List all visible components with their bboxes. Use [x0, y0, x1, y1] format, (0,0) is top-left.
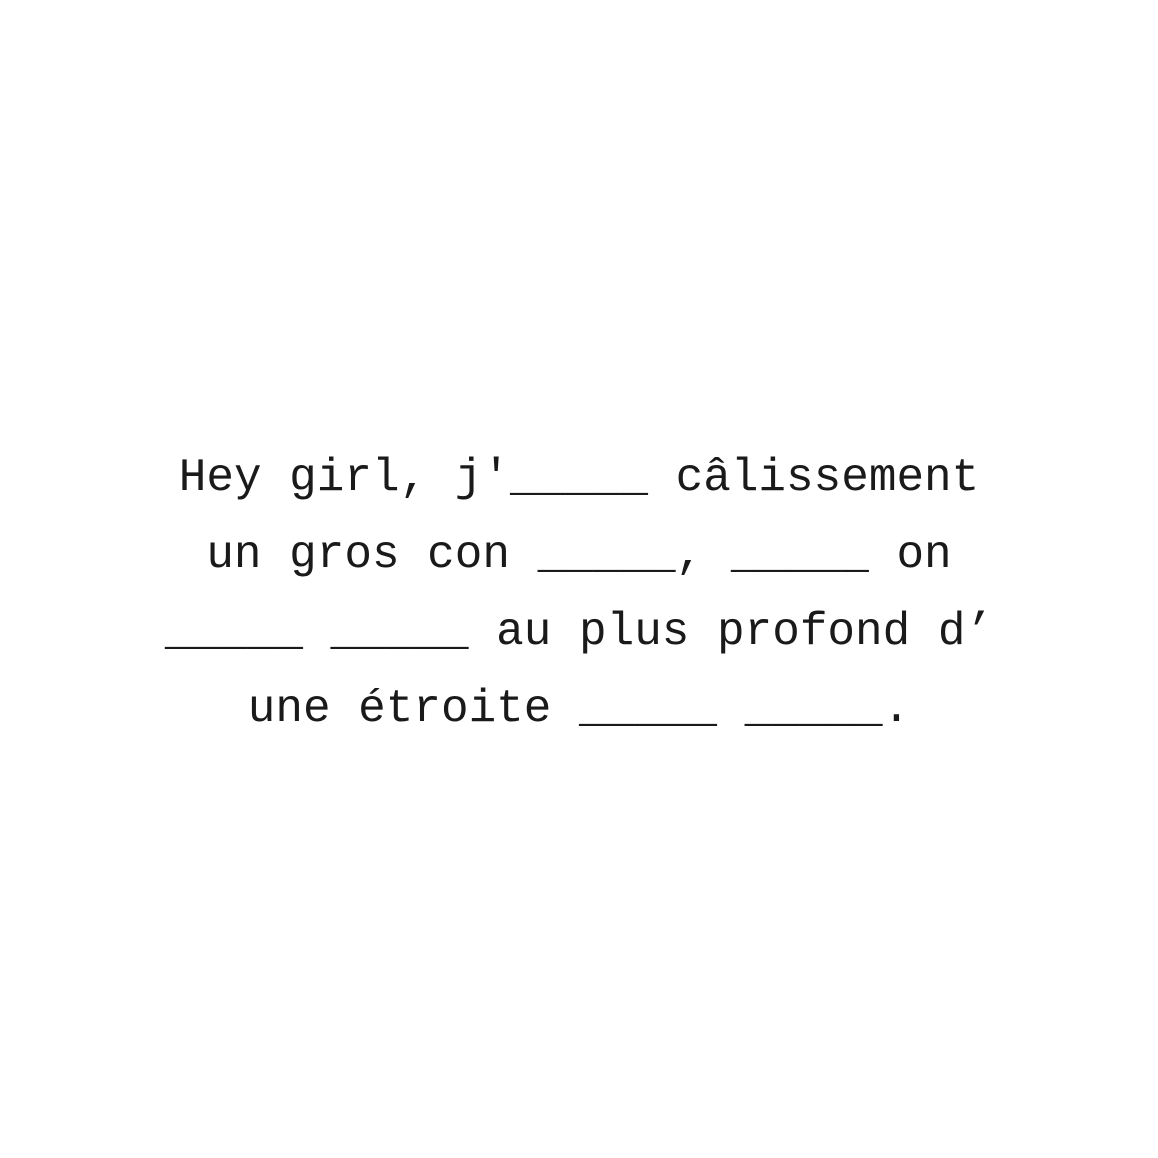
text-line-4: une étroite _____ _____.: [247, 683, 911, 735]
text-line-3: _____ _____ au plus profond d’: [164, 606, 994, 658]
text-line-1: Hey girl, j'_____ câlissement: [178, 452, 980, 504]
text-card: Hey girl, j'_____ câlissement un gros co…: [0, 0, 1158, 1158]
fill-in-the-blank-text: Hey girl, j'_____ câlissement un gros co…: [60, 440, 1098, 748]
text-line-2: un gros con _____, _____ on: [206, 529, 952, 581]
